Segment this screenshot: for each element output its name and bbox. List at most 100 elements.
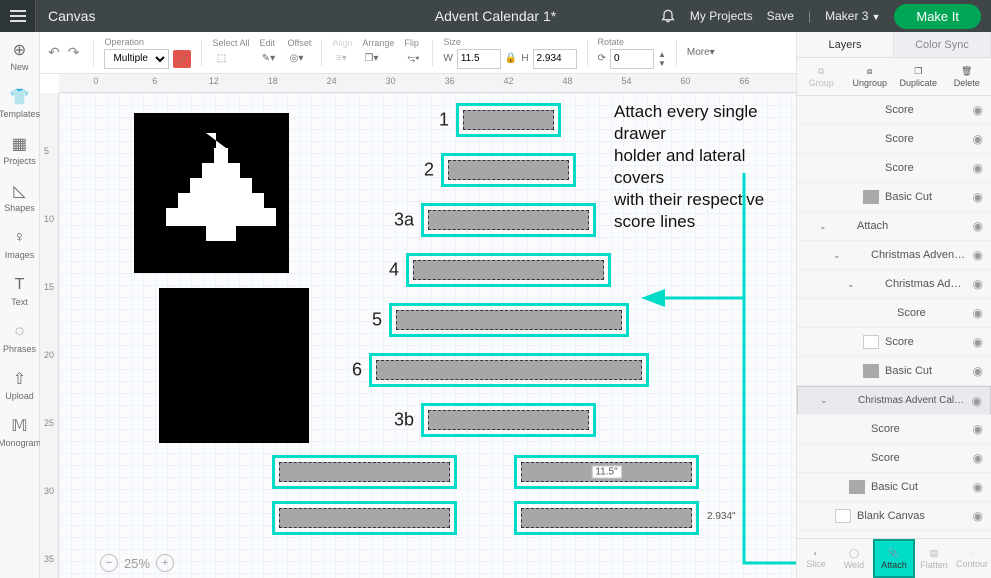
delete-button[interactable]: 🗑Delete [943, 58, 991, 95]
shape-black-rect[interactable] [159, 288, 309, 443]
layer-row[interactable]: Basic Cut◉ [797, 357, 991, 386]
layer-row[interactable]: Blank Canvas◉ [797, 502, 991, 531]
offset-button[interactable]: ◎▾ [288, 50, 306, 68]
expand-icon[interactable]: ⌄ [820, 395, 830, 406]
more-button[interactable]: More▾ [687, 47, 715, 58]
visibility-icon[interactable]: ◉ [973, 219, 983, 233]
expand-icon[interactable]: ⌄ [847, 279, 857, 290]
visibility-icon[interactable]: ◉ [973, 132, 983, 146]
layer-row[interactable]: ⌄Christmas Advent Cale...◉ [797, 386, 991, 415]
layer-row[interactable]: Basic Cut ◉ [797, 473, 991, 502]
piece-br2[interactable] [514, 501, 699, 535]
piece-br1[interactable]: 11.5" [514, 455, 699, 489]
rail-templates[interactable]: 👕Templates [0, 87, 40, 119]
canvas-grid[interactable]: 1 2 3a 4 5 6 3b 11.5" 2.934" Attach ever… [59, 93, 796, 578]
rotate-input[interactable] [610, 49, 654, 69]
group-icon: ⧉ [818, 66, 824, 77]
layer-name: Score [897, 307, 967, 319]
piece-4[interactable]: 4 [406, 253, 611, 287]
flip-button[interactable]: ⥃▾ [404, 50, 422, 68]
layer-row[interactable]: ⌄Christmas Advent C...◉ [797, 241, 991, 270]
operation-select[interactable]: Multiple [104, 49, 169, 69]
layer-row[interactable]: ⌄Attach◉ [797, 212, 991, 241]
undo-button[interactable]: ↶ [48, 44, 60, 61]
piece-6[interactable]: 6 [369, 353, 649, 387]
width-input[interactable] [457, 49, 501, 69]
layer-row[interactable]: Score◉ [797, 415, 991, 444]
canvas-area[interactable]: 06 1218 2430 3642 4854 6066 510 1520 253… [40, 74, 796, 578]
height-input[interactable] [533, 49, 577, 69]
rail-phrases[interactable]: ◌Phrases [3, 322, 36, 354]
pipe: | [808, 9, 811, 23]
piece-bl1[interactable] [272, 455, 457, 489]
shape-tree-card[interactable] [134, 113, 289, 273]
rail-new[interactable]: ⊕New [10, 40, 30, 72]
layer-swatch [863, 364, 879, 378]
rail-images[interactable]: ♀Images [5, 228, 35, 260]
visibility-icon[interactable]: ◉ [973, 306, 983, 320]
layer-row[interactable]: Score ◉ [797, 299, 991, 328]
tab-color-sync[interactable]: Color Sync [894, 32, 991, 57]
rail-text[interactable]: TText [10, 275, 30, 307]
rail-projects[interactable]: ▦Projects [3, 134, 36, 166]
visibility-icon[interactable]: ◉ [973, 364, 983, 378]
rail-monogram[interactable]: 𝕄Monogram [0, 416, 41, 448]
layer-row[interactable]: Basic Cut◉ [797, 183, 991, 212]
save-link[interactable]: Save [767, 9, 794, 23]
visibility-icon[interactable]: ◉ [972, 394, 982, 408]
piece-bl2[interactable] [272, 501, 457, 535]
visibility-icon[interactable]: ◉ [973, 509, 983, 523]
ungroup-button[interactable]: ⧈Ungroup [846, 58, 895, 95]
grid-icon: ▦ [9, 134, 29, 154]
visibility-icon[interactable]: ◉ [973, 161, 983, 175]
layer-row[interactable]: ⌄ Christmas Advent... ◉ [797, 270, 991, 299]
layer-row[interactable]: Score◉ [797, 96, 991, 125]
piece-1[interactable]: 1 [456, 103, 561, 137]
machine-selector[interactable]: Maker 3▼ [825, 9, 880, 23]
redo-button[interactable]: ↷ [68, 44, 80, 61]
visibility-icon[interactable]: ◉ [973, 190, 983, 204]
zoom-out-button[interactable]: − [100, 554, 118, 572]
visibility-icon[interactable]: ◉ [973, 335, 983, 349]
piece-3b[interactable]: 3b [421, 403, 596, 437]
lock-icon[interactable]: 🔒 [505, 53, 517, 64]
layer-row[interactable]: Score◉ [797, 444, 991, 473]
rail-upload[interactable]: ⇧Upload [5, 369, 34, 401]
visibility-icon[interactable]: ◉ [973, 277, 983, 291]
tab-layers[interactable]: Layers [797, 32, 894, 57]
expand-icon[interactable]: ⌄ [819, 221, 829, 232]
zoom-in-button[interactable]: + [156, 554, 174, 572]
piece-2[interactable]: 2 [441, 153, 576, 187]
linetype-swatch[interactable]: ／ [173, 50, 191, 68]
my-projects-link[interactable]: My Projects [690, 9, 753, 23]
layers-list[interactable]: Score◉Score◉Score◉Basic Cut◉⌄Attach◉⌄Chr… [797, 96, 991, 538]
annotation-text: Attach every single drawer holder and la… [614, 101, 796, 234]
app-header: Canvas Advent Calendar 1* My Projects Sa… [0, 0, 991, 32]
visibility-icon[interactable]: ◉ [973, 422, 983, 436]
make-it-button[interactable]: Make It [894, 4, 981, 29]
notifications-icon[interactable] [660, 7, 676, 26]
attach-button[interactable]: 📎Attach [873, 539, 915, 578]
menu-button[interactable] [0, 0, 36, 32]
arrange-button[interactable]: ❐▾ [362, 50, 380, 68]
layer-name: Score [885, 162, 967, 174]
expand-icon[interactable]: ⌄ [833, 250, 843, 261]
visibility-icon[interactable]: ◉ [973, 451, 983, 465]
edit-button[interactable]: ✎▾ [260, 50, 278, 68]
layer-row[interactable]: Score ◉ [797, 125, 991, 154]
piece-3a[interactable]: 3a [421, 203, 596, 237]
layer-name: Christmas Advent... [885, 278, 967, 290]
visibility-icon[interactable]: ◉ [973, 248, 983, 262]
select-all-button[interactable]: ⬚ [212, 50, 230, 68]
layer-name: Score [885, 336, 967, 348]
visibility-icon[interactable]: ◉ [973, 480, 983, 494]
duplicate-button[interactable]: ❐Duplicate [894, 58, 943, 95]
layer-row[interactable]: Score ◉ [797, 154, 991, 183]
layer-name: Score [885, 133, 967, 145]
layer-row[interactable]: Score ◉ [797, 328, 991, 357]
canvas-label: Canvas [48, 8, 95, 24]
visibility-icon[interactable]: ◉ [973, 103, 983, 117]
layer-name: Basic Cut [871, 481, 967, 493]
piece-5[interactable]: 5 [389, 303, 629, 337]
rail-shapes[interactable]: ◺Shapes [4, 181, 35, 213]
